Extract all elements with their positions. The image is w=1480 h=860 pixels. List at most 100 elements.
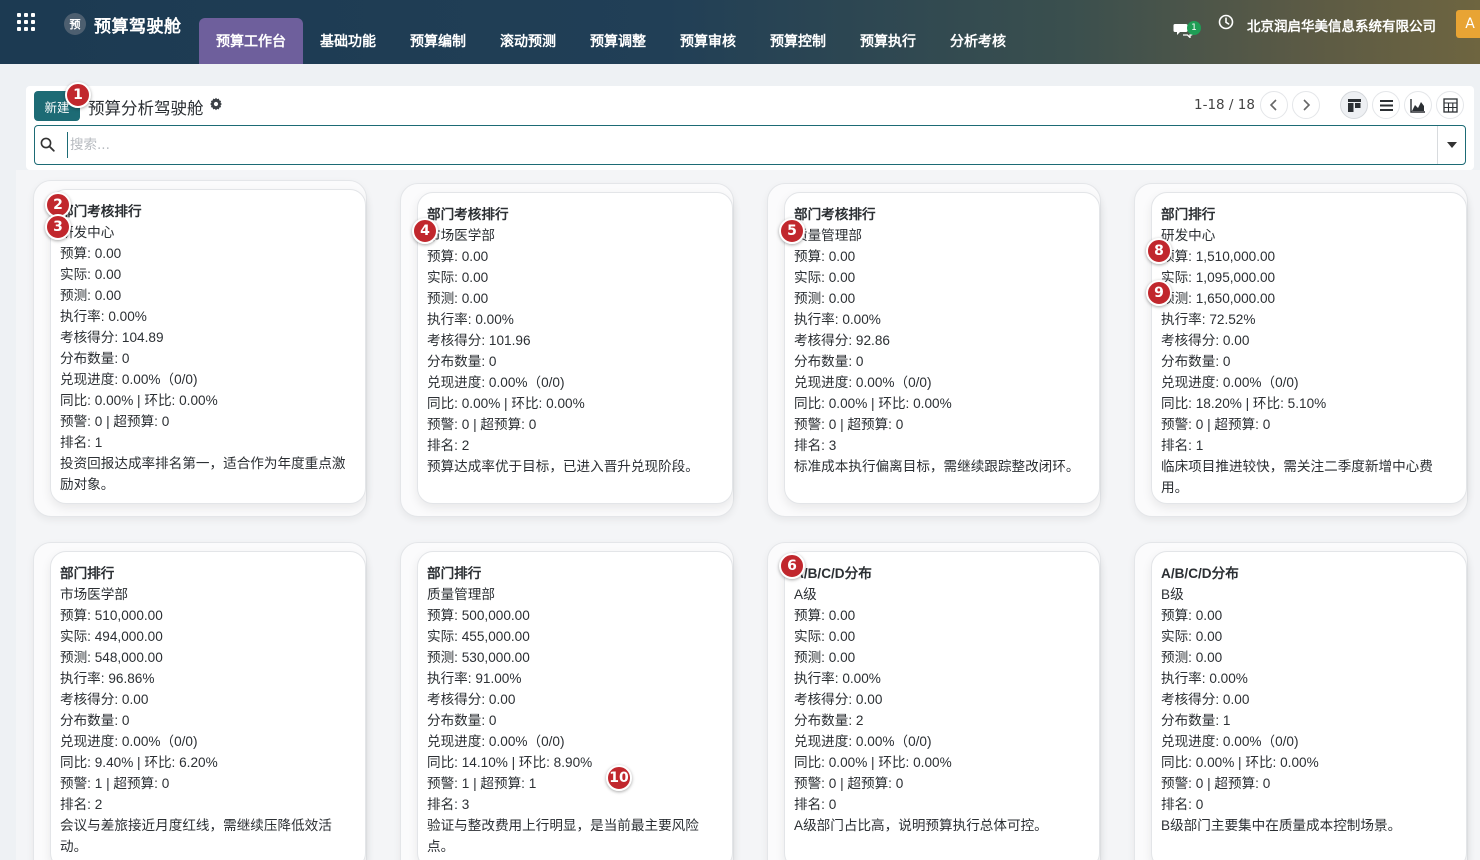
card-title: 部门考核排行 — [427, 207, 509, 222]
kanban-icon — [1347, 98, 1361, 112]
list-icon — [1379, 99, 1393, 111]
page-title: 预算分析驾驶舱 — [88, 99, 204, 118]
annotation-marker: 5 — [779, 218, 805, 244]
table-grid-icon — [1442, 97, 1458, 113]
pivot-view-button[interactable] — [1436, 91, 1464, 119]
menu-item-compile[interactable]: 预算编制 — [393, 18, 483, 64]
card-dist-count: 分布数量: 0 — [60, 351, 130, 366]
graph-view-button[interactable] — [1404, 91, 1432, 119]
card-rank: 排名: 1 — [60, 435, 103, 450]
annotation-marker: 10 — [606, 765, 632, 791]
chat-badge: 1 — [1187, 21, 1201, 35]
card-actual: 实际: 455,000.00 — [427, 629, 530, 644]
card-actual: 实际: 0.00 — [1161, 629, 1223, 644]
gear-icon[interactable] — [209, 97, 223, 111]
menu-item-execute[interactable]: 预算执行 — [843, 18, 933, 64]
card-title: 部门排行 — [60, 566, 115, 581]
apps-grid-icon[interactable] — [17, 13, 35, 31]
search-options-toggle[interactable] — [1437, 126, 1465, 164]
card-subject: 市场医学部 — [60, 587, 128, 602]
card-exec-rate: 执行率: 0.00% — [794, 671, 881, 686]
card-dist-count: 分布数量: 1 — [1161, 713, 1231, 728]
kanban-card[interactable]: 部门排行 市场医学部 预算: 510,000.00 实际: 494,000.00… — [50, 551, 366, 860]
card-score: 考核得分: 104.89 — [60, 330, 164, 345]
menu-item-review[interactable]: 预算审核 — [663, 18, 753, 64]
card-exec-rate: 执行率: 0.00% — [1161, 671, 1248, 686]
list-view-button[interactable] — [1372, 91, 1400, 119]
annotation-marker: 4 — [412, 218, 438, 244]
menu-item-rolling-forecast[interactable]: 滚动预测 — [483, 18, 573, 64]
kanban-card-group: 部门考核排行 质量管理部 预算: 0.00 实际: 0.00 预测: 0.00 … — [767, 183, 1101, 517]
card-note: 会议与差旅接近月度红线，需继续压降低效活动。 — [60, 818, 332, 854]
card-forecast: 预测: 0.00 — [794, 650, 856, 665]
card-yoy-mom: 同比: 0.00% | 环比: 0.00% — [427, 396, 585, 411]
card-exec-rate: 执行率: 0.00% — [60, 309, 147, 324]
kanban-view-button[interactable] — [1340, 91, 1368, 119]
kanban-card[interactable]: A/B/C/D分布 B级 预算: 0.00 实际: 0.00 预测: 0.00 … — [1151, 551, 1467, 860]
card-warnings: 预警: 0 | 超预算: 0 — [1161, 776, 1271, 791]
annotation-marker: 3 — [45, 214, 71, 240]
kanban-card[interactable]: 部门考核排行 市场医学部 预算: 0.00 实际: 0.00 预测: 0.00 … — [417, 192, 733, 504]
card-exec-rate: 执行率: 0.00% — [427, 312, 514, 327]
kanban-card[interactable]: 部门考核排行 研发中心 预算: 0.00 实际: 0.00 预测: 0.00 执… — [50, 189, 366, 504]
menu-item-control[interactable]: 预算控制 — [753, 18, 843, 64]
card-score: 考核得分: 0.00 — [60, 692, 149, 707]
card-note: 验证与整改费用上行明显，是当前最主要风险点。 — [427, 818, 699, 854]
card-budget: 预算: 0.00 — [794, 249, 856, 264]
card-forecast: 预测: 1,650,000.00 — [1161, 291, 1276, 306]
card-warnings: 预警: 1 | 超预算: 0 — [60, 776, 170, 791]
brand-name[interactable]: 预算驾驶舱 — [94, 12, 182, 37]
pager-value[interactable]: 1-18 / 18 — [1194, 97, 1255, 113]
card-rank: 排名: 0 — [1161, 797, 1204, 812]
kanban-card-group: 部门考核排行 市场医学部 预算: 0.00 实际: 0.00 预测: 0.00 … — [400, 183, 734, 517]
kanban-card-group: A/B/C/D分布 A级 预算: 0.00 实际: 0.00 预测: 0.00 … — [767, 542, 1101, 860]
card-exec-rate: 执行率: 0.00% — [794, 312, 881, 327]
card-exec-rate: 执行率: 91.00% — [427, 671, 522, 686]
card-warnings: 预警: 0 | 超预算: 0 — [794, 776, 904, 791]
pager-next-button[interactable] — [1292, 91, 1320, 119]
card-redeem-progress: 兑现进度: 0.00%（0/0) — [427, 375, 565, 390]
card-note: 临床项目推进较快，需关注二季度新增中心费用。 — [1161, 459, 1433, 495]
card-score: 考核得分: 0.00 — [1161, 333, 1250, 348]
card-subject: B级 — [1161, 587, 1184, 602]
user-avatar[interactable]: A — [1456, 10, 1480, 38]
card-score: 考核得分: 92.86 — [794, 333, 890, 348]
search-icon[interactable] — [40, 137, 55, 152]
annotation-marker: 8 — [1146, 238, 1172, 264]
company-switcher[interactable]: 北京润启华美信息系统有限公司 — [1247, 15, 1436, 35]
card-yoy-mom: 同比: 18.20% | 环比: 5.10% — [1161, 396, 1327, 411]
card-subject: 质量管理部 — [427, 587, 495, 602]
card-note: 标准成本执行偏离目标，需继续跟踪整改闭环。 — [794, 459, 1080, 474]
card-rank: 排名: 0 — [794, 797, 837, 812]
card-title: 部门考核排行 — [60, 204, 142, 219]
kanban-card[interactable]: 部门考核排行 质量管理部 预算: 0.00 实际: 0.00 预测: 0.00 … — [784, 192, 1100, 504]
card-score: 考核得分: 101.96 — [427, 333, 531, 348]
card-forecast: 预测: 0.00 — [1161, 650, 1223, 665]
control-panel: 新建 预算分析驾驶舱 1-18 / 18 — [26, 86, 1474, 170]
card-subject: A级 — [794, 587, 817, 602]
card-redeem-progress: 兑现进度: 0.00%（0/0) — [794, 734, 932, 749]
kanban-card[interactable]: A/B/C/D分布 A级 预算: 0.00 实际: 0.00 预测: 0.00 … — [784, 551, 1100, 860]
menu-item-basic[interactable]: 基础功能 — [303, 18, 393, 64]
card-redeem-progress: 兑现进度: 0.00%（0/0) — [1161, 734, 1299, 749]
card-budget: 预算: 0.00 — [1161, 608, 1223, 623]
pager-previous-button[interactable] — [1260, 91, 1288, 119]
kanban-card[interactable]: 部门排行 研发中心 预算: 1,510,000.00 实际: 1,095,000… — [1151, 192, 1467, 504]
card-budget: 预算: 0.00 — [794, 608, 856, 623]
search-input[interactable] — [67, 132, 1427, 158]
card-rank: 排名: 2 — [60, 797, 103, 812]
card-rank: 排名: 3 — [794, 438, 837, 453]
clock-icon[interactable] — [1218, 14, 1234, 30]
card-exec-rate: 执行率: 96.86% — [60, 671, 155, 686]
card-budget: 预算: 510,000.00 — [60, 608, 163, 623]
card-subject: 市场医学部 — [427, 228, 495, 243]
menu-item-analysis[interactable]: 分析考核 — [933, 18, 1023, 64]
kanban-card-group: 部门排行 市场医学部 预算: 510,000.00 实际: 494,000.00… — [33, 542, 367, 860]
kanban-card[interactable]: 部门排行 质量管理部 预算: 500,000.00 实际: 455,000.00… — [417, 551, 733, 860]
card-note: 预算达成率优于目标，已进入晋升兑现阶段。 — [427, 459, 699, 474]
card-subject: 质量管理部 — [794, 228, 862, 243]
card-score: 考核得分: 0.00 — [794, 692, 883, 707]
menu-item-workbench[interactable]: 预算工作台 — [199, 18, 303, 64]
menu-item-adjust[interactable]: 预算调整 — [573, 18, 663, 64]
card-redeem-progress: 兑现进度: 0.00%（0/0) — [60, 372, 198, 387]
